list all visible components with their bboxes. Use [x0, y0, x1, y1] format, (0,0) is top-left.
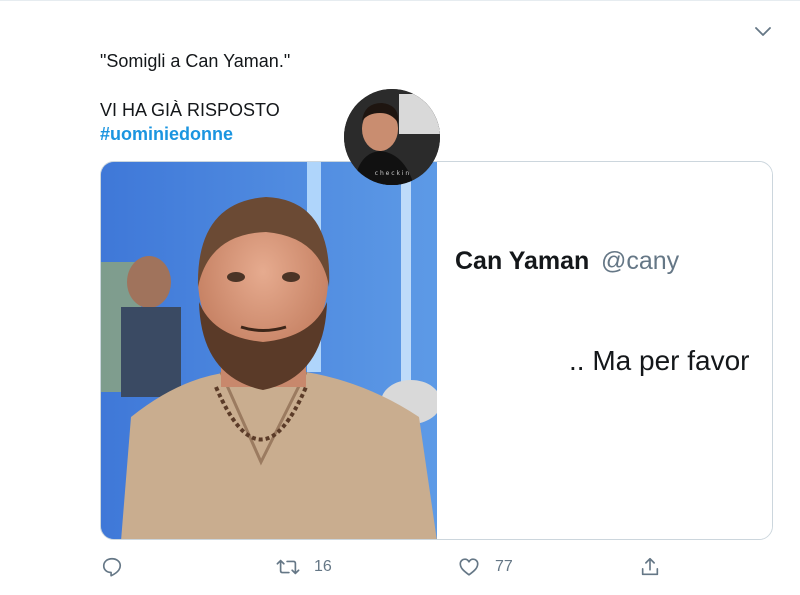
tweet-actions: 16 77 [100, 553, 680, 581]
avatar-caption: c h e c k i n [375, 170, 410, 177]
avatar: c h e c k i n [344, 89, 440, 185]
embedded-author-handle[interactable]: @cany [601, 247, 679, 276]
reply-button[interactable] [100, 553, 138, 581]
retweet-icon [276, 555, 300, 579]
share-icon [638, 555, 662, 579]
tweet-text-line: "Somigli a Can Yaman." [100, 51, 291, 71]
tweet-card[interactable]: "Somigli a Can Yaman." VI HA GIÀ RISPOST… [0, 0, 800, 595]
retweet-count: 16 [314, 558, 332, 575]
like-count: 77 [495, 558, 513, 575]
chevron-down-icon[interactable] [752, 23, 774, 41]
embedded-author-name[interactable]: Can Yaman [455, 247, 589, 276]
like-icon [457, 555, 481, 579]
reply-icon [100, 555, 124, 579]
share-button[interactable] [638, 553, 662, 581]
tweet-text-spacer [100, 73, 760, 98]
photo-image[interactable] [101, 162, 437, 539]
embedded-tweet-text: .. Ma per favor [569, 345, 750, 376]
retweet-button[interactable]: 16 [276, 553, 332, 581]
like-button[interactable]: 77 [457, 553, 513, 581]
